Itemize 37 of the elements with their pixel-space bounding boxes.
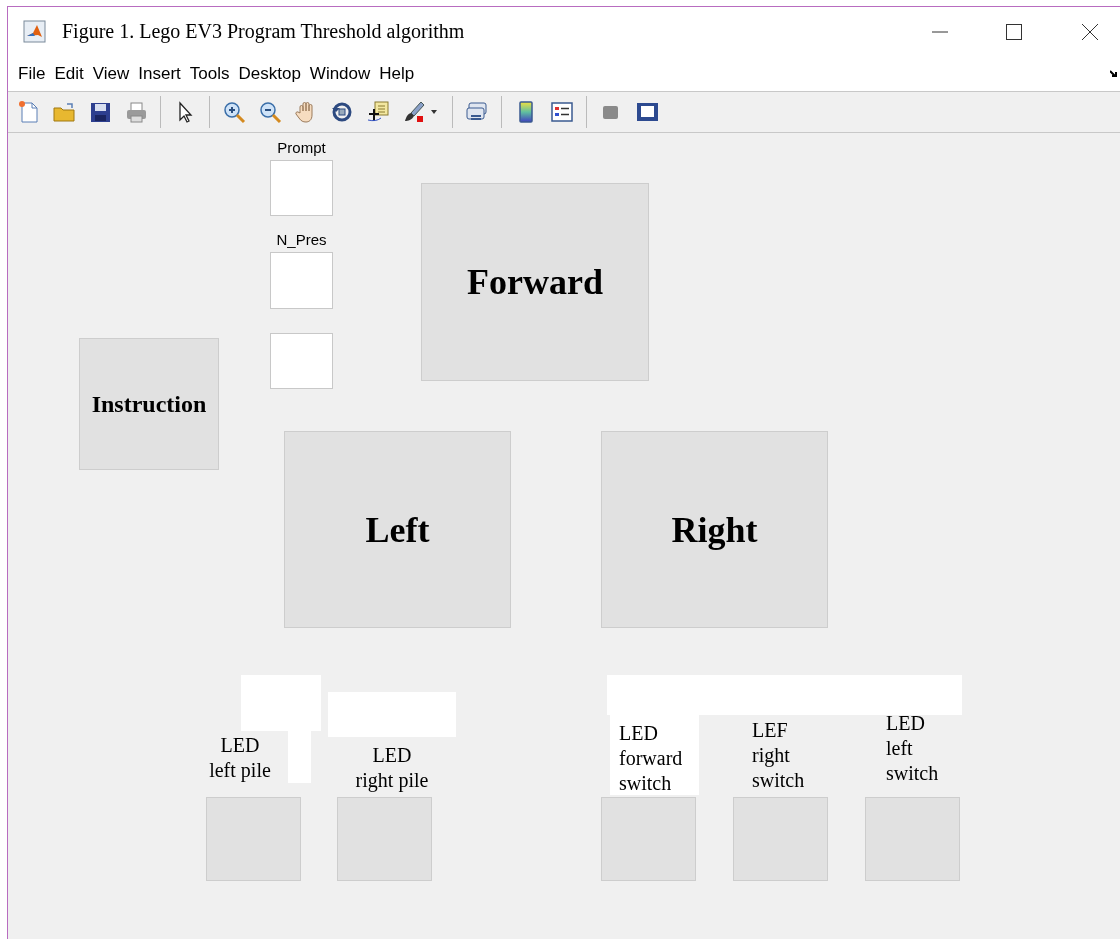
command-button[interactable]: Instruction: [79, 338, 219, 470]
new-file-icon[interactable]: [16, 100, 40, 124]
input-field[interactable]: [270, 252, 333, 309]
app-icon: [23, 20, 46, 43]
zoom-in-icon[interactable]: [222, 100, 246, 124]
arrow-icon[interactable]: [1110, 68, 1120, 78]
led-caption: LED forward switch: [610, 715, 699, 795]
field-label: Prompt: [276, 139, 327, 157]
maximize-icon[interactable]: [1005, 23, 1023, 41]
rotate-icon[interactable]: [330, 100, 354, 124]
input-field[interactable]: [270, 160, 333, 216]
menu-item[interactable]: View: [92, 63, 137, 84]
menu-item[interactable]: File: [18, 63, 53, 84]
brush-icon[interactable]: [402, 100, 426, 124]
input-field[interactable]: [270, 333, 333, 389]
window-icon[interactable]: [635, 100, 659, 124]
zoom-out-icon[interactable]: [258, 100, 282, 124]
legend-icon[interactable]: [550, 100, 574, 124]
save-icon[interactable]: [88, 100, 112, 124]
menu-item[interactable]: Help: [379, 63, 422, 84]
menu-item[interactable]: Tools: [189, 63, 237, 84]
menu-item[interactable]: Insert: [138, 63, 188, 84]
command-button[interactable]: Left: [284, 431, 511, 628]
window-title: Figure 1. Lego EV3 Program Threshold algorithm: [62, 20, 465, 43]
led-caption: LEF right switch: [752, 718, 806, 793]
menu-item[interactable]: Edit: [54, 63, 91, 84]
field-label: N_Pres: [275, 231, 328, 249]
printer-icon[interactable]: [124, 100, 148, 124]
led-caption: LED left switch: [886, 711, 940, 786]
menu-item[interactable]: Desktop: [238, 63, 308, 84]
menu-item[interactable]: Window: [309, 63, 378, 84]
command-button[interactable]: Right: [601, 431, 828, 628]
close-icon[interactable]: [1081, 23, 1099, 41]
data-cursor-icon[interactable]: [366, 100, 390, 124]
led-caption: LED left pile: [208, 733, 272, 784]
command-button[interactable]: Forward: [421, 183, 649, 381]
led-caption: LED right pile: [354, 743, 430, 794]
